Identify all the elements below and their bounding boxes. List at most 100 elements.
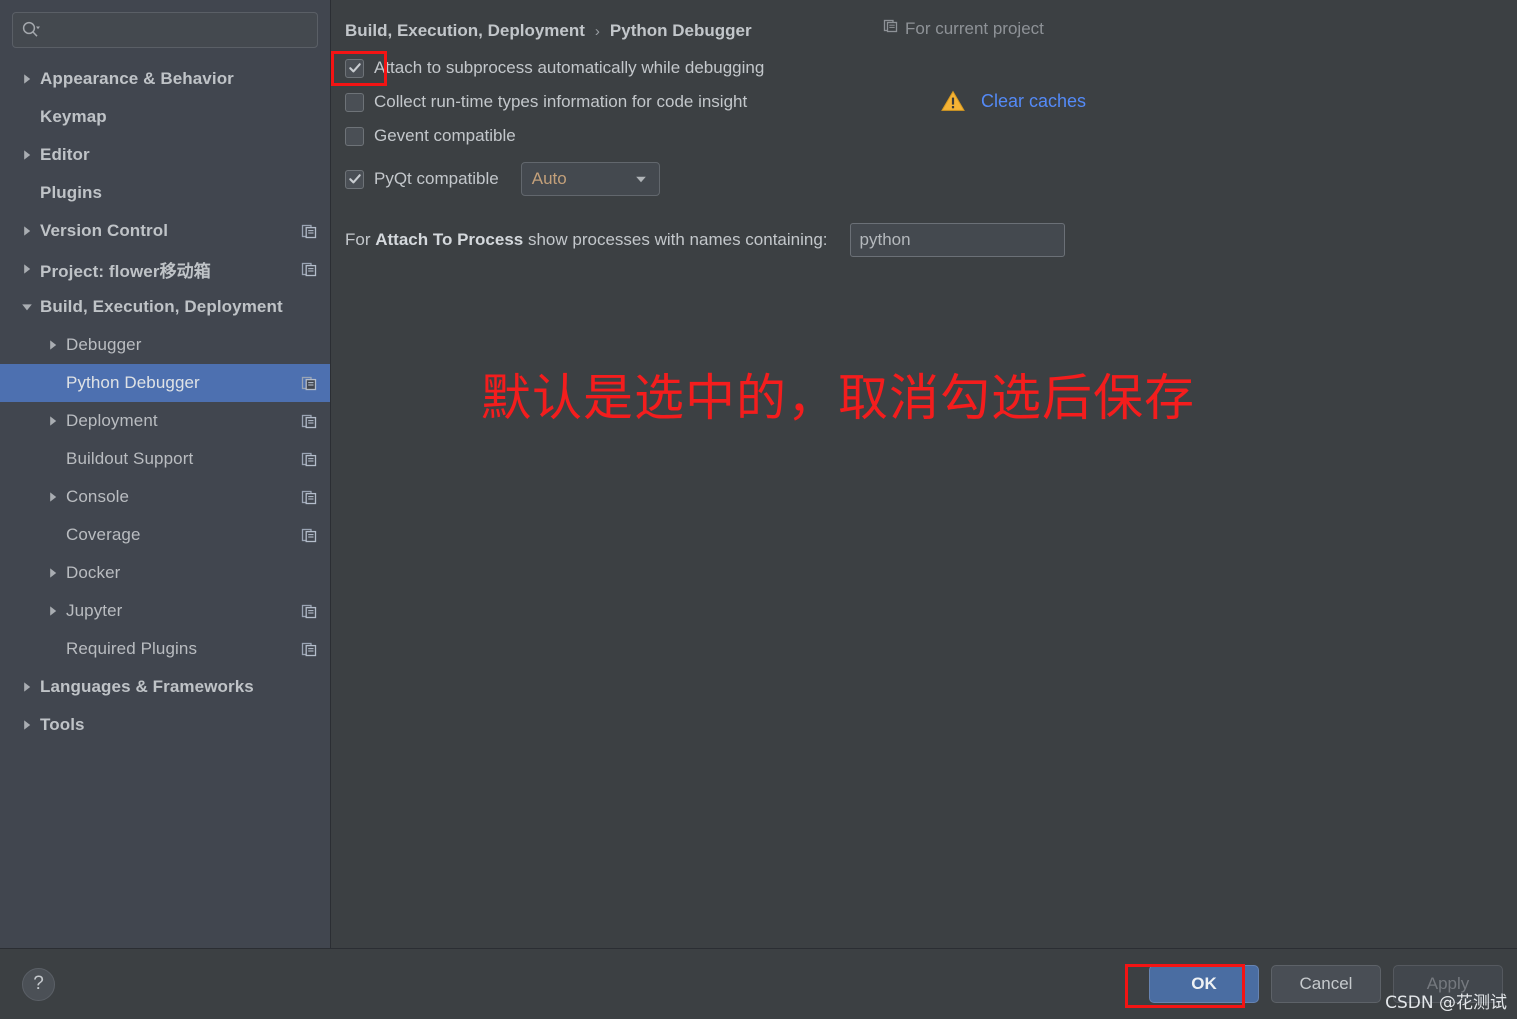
sidebar-item-label: Deployment <box>66 411 158 430</box>
chevron-down-icon <box>633 171 649 187</box>
option-row: Collect run-time types information for c… <box>331 85 1517 119</box>
pyqt-compatible-row: PyQt compatible Auto <box>331 159 1517 199</box>
pyqt-compatible-label: PyQt compatible <box>374 169 499 188</box>
option-checkbox-2[interactable] <box>345 126 364 146</box>
sidebar-item-buildout-support[interactable]: Buildout Support <box>0 440 330 478</box>
sidebar-item-label: Docker <box>66 563 121 582</box>
dialog-body: Appearance & Behavior Keymap Editor Plugins… <box>0 0 1517 948</box>
project-scope-icon <box>301 451 318 468</box>
option-row: Attach to subprocess automatically while… <box>331 51 1517 85</box>
attach-suffix: show processes with names containing: <box>523 230 828 249</box>
sidebar-item-label: Python Debugger <box>66 373 200 392</box>
help-button[interactable]: ? <box>22 967 55 1001</box>
sidebar-item-coverage[interactable]: Coverage <box>0 516 330 554</box>
sidebar-item-project-flower[interactable]: Project: flower移动箱 <box>0 250 330 288</box>
chevron-right-icon[interactable] <box>40 338 66 352</box>
sidebar-item-label: Jupyter <box>66 601 123 620</box>
scope-note-label: For current project <box>905 18 1044 38</box>
clear-caches-link[interactable]: Clear caches <box>981 91 1086 112</box>
pyqt-version-select[interactable]: Auto <box>520 162 660 196</box>
dialog-footer: ? OK Cancel Apply CSDN @花测试 <box>0 948 1517 1019</box>
sidebar-item-required-plugins[interactable]: Required Plugins <box>0 630 330 668</box>
attach-to-process-label: For Attach To Process show processes wit… <box>345 230 828 250</box>
sidebar-item-label: Build, Execution, Deployment <box>40 297 283 316</box>
option-label: Attach to subprocess automatically while… <box>374 58 765 77</box>
option-row: Gevent compatible <box>331 119 1517 153</box>
cancel-button[interactable]: Cancel <box>1271 965 1381 1003</box>
chevron-right-icon[interactable] <box>14 718 40 732</box>
project-scope-icon <box>301 375 318 392</box>
sidebar-item-label: Required Plugins <box>66 639 198 658</box>
sidebar-item-label: Languages & Frameworks <box>40 677 254 696</box>
sidebar-item-python-debugger[interactable]: Python Debugger <box>0 364 330 402</box>
sidebar-item-version-control[interactable]: Version Control <box>0 212 330 250</box>
chevron-right-icon[interactable] <box>40 566 66 580</box>
sidebar-item-label: Editor <box>40 145 90 164</box>
sidebar-item-build-execution-deployment[interactable]: Build, Execution, Deployment <box>0 288 330 326</box>
sidebar-item-label: Buildout Support <box>66 449 194 468</box>
search-icon <box>21 20 41 40</box>
sidebar-item-keymap[interactable]: Keymap <box>0 98 330 136</box>
sidebar-item-editor[interactable]: Editor <box>0 136 330 174</box>
apply-button: Apply <box>1393 965 1503 1003</box>
option-label: Collect run-time types information for c… <box>374 92 748 111</box>
sidebar-item-label: Tools <box>40 715 85 734</box>
chevron-right-icon[interactable] <box>14 224 40 238</box>
sidebar-item-label: Appearance & Behavior <box>40 69 234 88</box>
project-scope-icon <box>301 641 318 658</box>
attach-strong: Attach To Process <box>375 230 524 249</box>
sidebar-item-jupyter[interactable]: Jupyter <box>0 592 330 630</box>
sidebar-item-label: Coverage <box>66 525 141 544</box>
chevron-right-icon[interactable] <box>40 414 66 428</box>
options-group: Attach to subprocess automatically while… <box>331 51 1517 153</box>
settings-tree: Appearance & Behavior Keymap Editor Plugins… <box>0 60 330 744</box>
sidebar-item-plugins[interactable]: Plugins <box>0 174 330 212</box>
chevron-right-icon[interactable] <box>40 490 66 504</box>
sidebar-item-label: Project: flower移动箱 <box>40 261 211 281</box>
sidebar-item-label: Keymap <box>40 107 107 126</box>
ok-button[interactable]: OK <box>1149 965 1259 1003</box>
annotation-text: 默认是选中的，取消勾选后保存 <box>481 369 1195 427</box>
chevron-right-icon[interactable] <box>14 262 40 276</box>
chevron-down-icon[interactable] <box>14 300 40 314</box>
project-scope-icon <box>301 413 318 430</box>
project-scope-icon <box>301 261 318 278</box>
scope-note: For current project <box>883 18 1044 39</box>
sidebar-item-languages-frameworks[interactable]: Languages & Frameworks <box>0 668 330 706</box>
project-scope-icon <box>301 489 318 506</box>
pyqt-compatible-checkbox[interactable] <box>345 169 364 189</box>
settings-dialog: Appearance & Behavior Keymap Editor Plugins… <box>0 0 1517 1019</box>
search-input[interactable] <box>12 12 318 48</box>
warning-triangle-icon <box>941 90 965 112</box>
option-checkbox-0[interactable] <box>345 58 364 78</box>
sidebar-item-label: Debugger <box>66 335 142 354</box>
option-label: Gevent compatible <box>374 126 516 145</box>
sidebar-item-console[interactable]: Console <box>0 478 330 516</box>
sidebar-item-appearance-behavior[interactable]: Appearance & Behavior <box>0 60 330 98</box>
settings-sidebar: Appearance & Behavior Keymap Editor Plugins… <box>0 0 331 948</box>
project-scope-icon <box>301 527 318 544</box>
clear-caches-row: Clear caches <box>941 90 1086 112</box>
project-scope-icon <box>883 18 899 39</box>
sidebar-item-tools[interactable]: Tools <box>0 706 330 744</box>
breadcrumb-separator-icon: › <box>594 22 600 40</box>
sidebar-item-deployment[interactable]: Deployment <box>0 402 330 440</box>
chevron-right-icon[interactable] <box>14 72 40 86</box>
project-scope-icon <box>301 603 318 620</box>
sidebar-item-label: Plugins <box>40 183 103 202</box>
chevron-right-icon[interactable] <box>14 680 40 694</box>
sidebar-item-debugger[interactable]: Debugger <box>0 326 330 364</box>
chevron-right-icon[interactable] <box>14 148 40 162</box>
chevron-right-icon[interactable] <box>40 604 66 618</box>
breadcrumb-parent[interactable]: Build, Execution, Deployment <box>345 21 585 41</box>
attach-prefix: For <box>345 230 376 249</box>
process-name-filter-value: python <box>859 230 911 249</box>
sidebar-item-docker[interactable]: Docker <box>0 554 330 592</box>
pyqt-version-value: Auto <box>531 169 567 188</box>
option-checkbox-1[interactable] <box>345 92 364 112</box>
sidebar-item-label: Console <box>66 487 130 506</box>
process-name-filter-input[interactable]: python <box>849 223 1065 257</box>
footer-buttons: OK Cancel Apply <box>1149 965 1503 1003</box>
settings-main-panel: Build, Execution, Deployment › Python De… <box>331 0 1517 948</box>
attach-to-process-row: For Attach To Process show processes wit… <box>331 223 1517 257</box>
